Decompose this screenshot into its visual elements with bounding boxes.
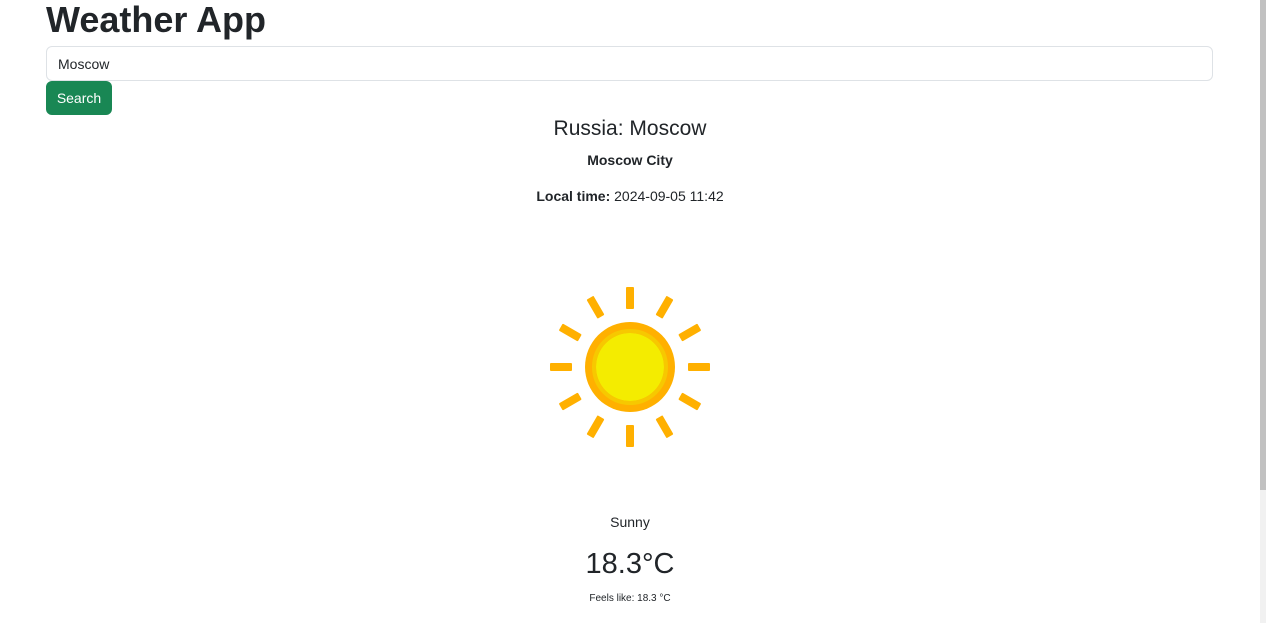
- page: Weather App Search Russia: Moscow Moscow…: [0, 0, 1266, 623]
- feels-like: Feels like: 18.3 °C: [589, 593, 671, 604]
- region-name: Moscow City: [587, 152, 673, 168]
- search-button[interactable]: Search: [46, 81, 112, 115]
- location-title: Russia: Moscow: [553, 117, 707, 140]
- app-title: Weather App: [46, 0, 267, 40]
- weather-card: Russia: Moscow Moscow City Local time: 2…: [0, 115, 1260, 605]
- search-input[interactable]: [46, 46, 1213, 81]
- local-time: Local time: 2024-09-05 11:42: [0, 187, 1260, 205]
- weather-condition: Sunny: [610, 514, 650, 530]
- local-time-value: 2024-09-05 11:42: [614, 188, 724, 204]
- local-time-label: Local time:: [536, 188, 611, 204]
- main-container: Weather App Search: [46, 0, 1213, 115]
- scrollbar-thumb[interactable]: [1260, 0, 1266, 490]
- temperature: 18.3°C: [585, 548, 675, 580]
- sun-icon: [544, 281, 716, 453]
